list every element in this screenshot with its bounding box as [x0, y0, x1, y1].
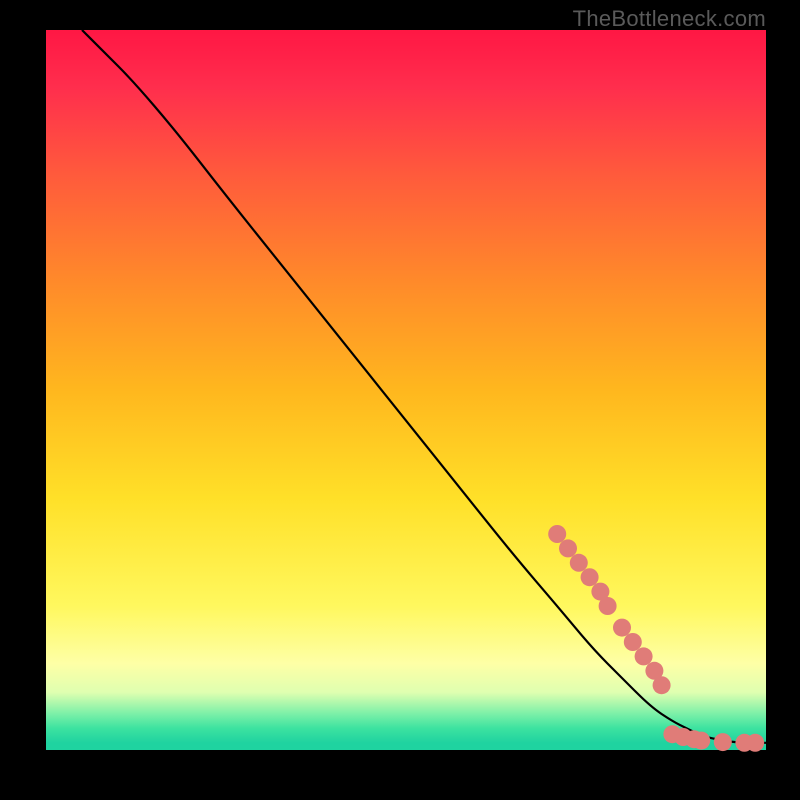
data-point	[746, 734, 764, 752]
data-point	[581, 568, 599, 586]
chart-overlay	[46, 30, 766, 750]
curve-line	[82, 30, 766, 743]
curve-markers	[548, 525, 764, 752]
data-point	[570, 554, 588, 572]
data-point	[624, 633, 642, 651]
data-point	[653, 676, 671, 694]
data-point	[599, 597, 617, 615]
data-point	[635, 647, 653, 665]
data-point	[692, 732, 710, 750]
chart-frame: TheBottleneck.com	[0, 0, 800, 800]
data-point	[613, 619, 631, 637]
data-point	[548, 525, 566, 543]
data-point	[559, 539, 577, 557]
data-point	[714, 733, 732, 751]
watermark-text: TheBottleneck.com	[573, 6, 766, 32]
